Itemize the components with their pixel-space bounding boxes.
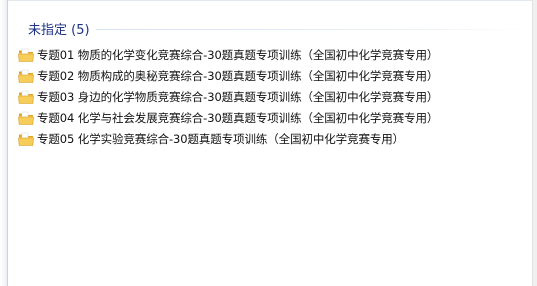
scrollbar-track[interactable] bbox=[532, 0, 537, 286]
navigation-pane-edge bbox=[0, 0, 8, 286]
folder-name: 专题05 化学实验竞赛综合-30题真题专项训练（全国初中化学竞赛专用） bbox=[37, 131, 405, 146]
folder-item[interactable]: 专题05 化学实验竞赛综合-30题真题专项训练（全国初中化学竞赛专用） bbox=[18, 128, 518, 149]
folder-icon bbox=[18, 48, 34, 62]
folder-name: 专题04 化学与社会发展竞赛综合-30题真题专项训练（全国初中化学竞赛专用） bbox=[37, 110, 439, 125]
folder-name: 专题02 物质构成的奥秘竞赛综合-30题真题专项训练（全国初中化学竞赛专用） bbox=[37, 68, 439, 83]
folder-icon bbox=[18, 111, 34, 125]
file-list: 专题01 物质的化学变化竞赛综合-30题真题专项训练（全国初中化学竞赛专用） 专… bbox=[18, 44, 518, 149]
folder-name: 专题03 身边的化学物质竞赛综合-30题真题专项训练（全国初中化学竞赛专用） bbox=[37, 89, 439, 104]
folder-name: 专题01 物质的化学变化竞赛综合-30题真题专项训练（全国初中化学竞赛专用） bbox=[37, 47, 439, 62]
group-header[interactable]: 未指定 (5) bbox=[8, 18, 532, 38]
folder-icon bbox=[18, 90, 34, 104]
folder-item[interactable]: 专题04 化学与社会发展竞赛综合-30题真题专项训练（全国初中化学竞赛专用） bbox=[18, 107, 518, 128]
folder-icon bbox=[18, 69, 34, 83]
folder-icon bbox=[18, 132, 34, 146]
group-divider bbox=[95, 29, 532, 30]
folder-item[interactable]: 专题01 物质的化学变化竞赛综合-30题真题专项训练（全国初中化学竞赛专用） bbox=[18, 44, 518, 65]
folder-item[interactable]: 专题03 身边的化学物质竞赛综合-30题真题专项训练（全国初中化学竞赛专用） bbox=[18, 86, 518, 107]
file-group: 未指定 (5) bbox=[8, 18, 532, 38]
folder-item[interactable]: 专题02 物质构成的奥秘竞赛综合-30题真题专项训练（全国初中化学竞赛专用） bbox=[18, 65, 518, 86]
content-top-border bbox=[8, 0, 537, 1]
group-title: 未指定 (5) bbox=[28, 22, 90, 38]
